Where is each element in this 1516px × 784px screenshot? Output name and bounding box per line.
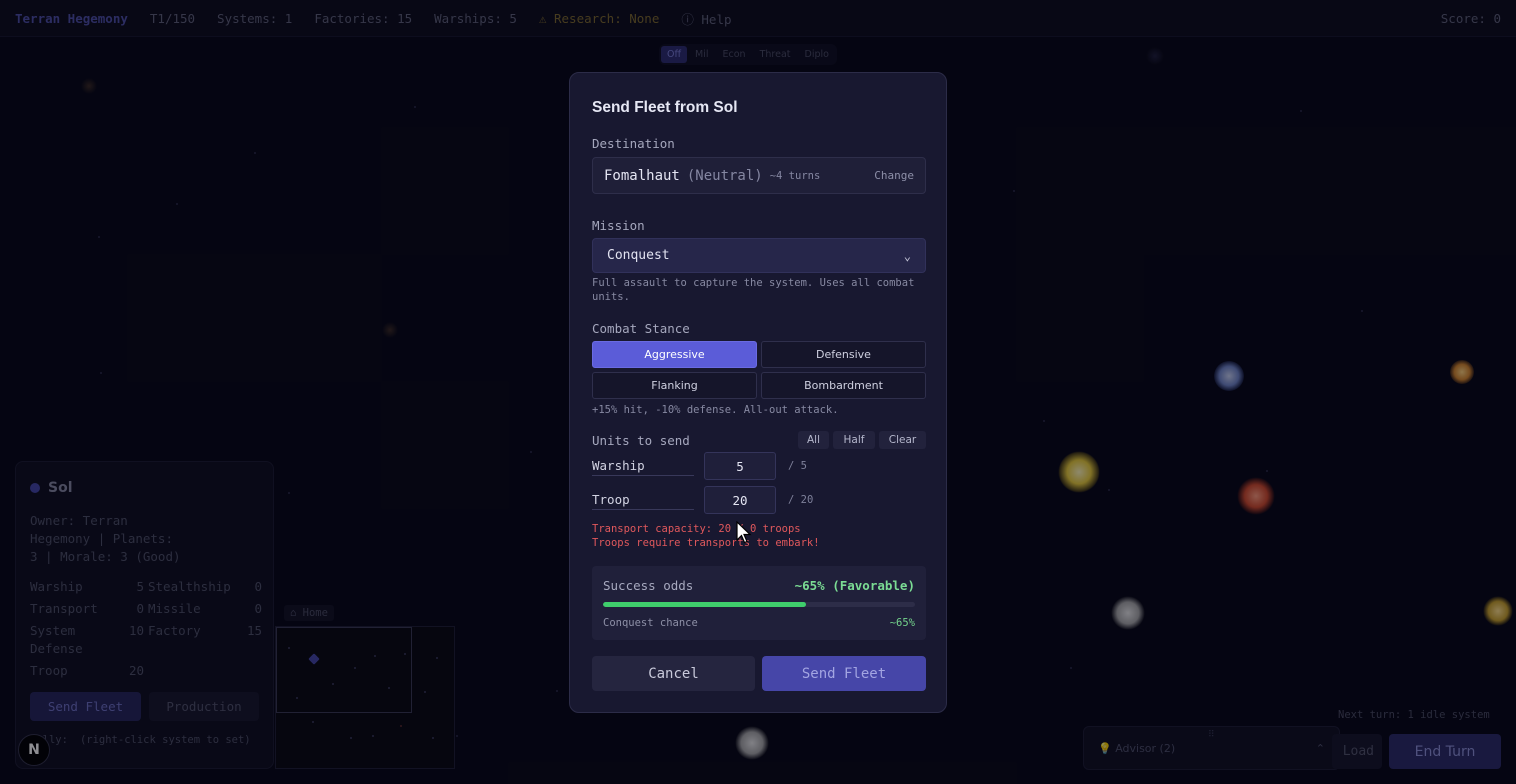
stance-flanking-button[interactable]: Flanking (592, 372, 757, 399)
mission-label: Mission (592, 218, 645, 233)
stance-description: +15% hit, -10% defense. All-out attack. (592, 404, 839, 416)
stance-bombardment-button[interactable]: Bombardment (761, 372, 926, 399)
transport-capacity-warning: Transport capacity: 20 / 0 troops (592, 523, 801, 535)
chance-value: ~65% (889, 617, 915, 629)
odds-progress-fill (603, 602, 806, 607)
chance-label: Conquest chance (603, 617, 698, 629)
units-label: Units to send (592, 433, 690, 448)
troop-count-input[interactable]: 20 (704, 486, 776, 514)
select-half-button[interactable]: Half (833, 431, 875, 449)
mission-selected-value: Conquest (607, 248, 670, 263)
dialog-title: Send Fleet from Sol (592, 99, 738, 116)
destination-travel-time: ~4 turns (769, 169, 821, 182)
send-fleet-dialog: Send Fleet from Sol Destination Fomalhau… (569, 72, 947, 713)
clear-selection-button[interactable]: Clear (879, 431, 926, 449)
destination-owner: (Neutral) (686, 167, 763, 184)
change-destination-button[interactable]: Change (874, 169, 914, 182)
stance-defensive-button[interactable]: Defensive (761, 341, 926, 368)
warship-count-input[interactable]: 5 (704, 452, 776, 480)
mouse-cursor-icon (736, 521, 752, 544)
troop-transport-warning: Troops require transports to embark! (592, 537, 820, 549)
cancel-button[interactable]: Cancel (592, 656, 755, 691)
select-all-button[interactable]: All (798, 431, 829, 449)
destination-field: Fomalhaut (Neutral) ~4 turns Change (592, 157, 926, 194)
destination-label: Destination (592, 136, 675, 151)
stance-label: Combat Stance (592, 321, 690, 336)
troop-max: / 20 (788, 494, 814, 506)
odds-progress-bar (603, 602, 915, 607)
odds-value: ~65% (Favorable) (794, 578, 915, 593)
unit-name-troop: Troop (592, 492, 694, 510)
warship-max: / 5 (788, 460, 807, 472)
odds-label: Success odds (603, 578, 694, 593)
mission-select[interactable]: Conquest ⌄ (592, 238, 926, 273)
chevron-down-icon: ⌄ (903, 248, 911, 263)
mission-description: Full assault to capture the system. Uses… (592, 277, 915, 303)
success-odds-box: Success odds ~65% (Favorable) Conquest c… (592, 566, 926, 640)
send-fleet-button[interactable]: Send Fleet (762, 656, 926, 691)
stance-aggressive-button[interactable]: Aggressive (592, 341, 757, 368)
unit-name-warship: Warship (592, 458, 694, 476)
destination-name: Fomalhaut (604, 167, 680, 184)
